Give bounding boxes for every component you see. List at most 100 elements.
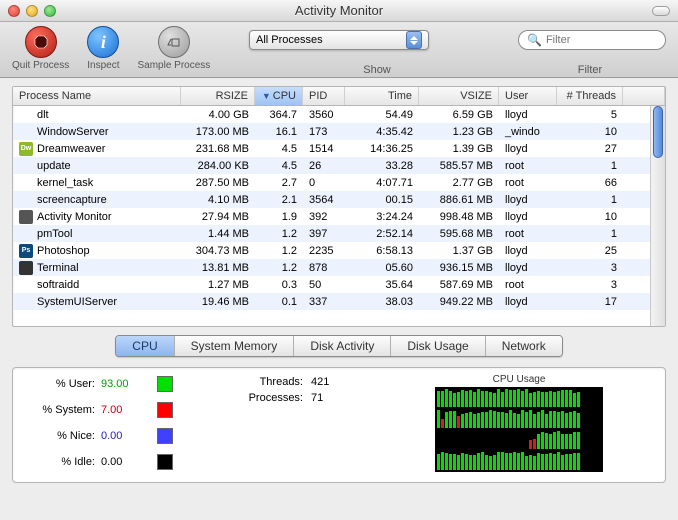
cpu-core-bar xyxy=(436,451,602,471)
process-time: 14:36.25 xyxy=(345,143,419,155)
pct-idle-value: 0.00 xyxy=(101,456,151,468)
process-cpu: 4.5 xyxy=(255,160,303,172)
scrollbar[interactable] xyxy=(650,106,665,326)
titlebar[interactable]: Activity Monitor xyxy=(0,0,678,22)
sort-desc-icon: ▼ xyxy=(262,91,271,101)
pct-idle-label: % Idle: xyxy=(23,456,101,468)
process-rsize: 304.73 MB xyxy=(181,245,255,257)
process-cpu: 1.2 xyxy=(255,228,303,240)
process-threads: 3 xyxy=(557,262,623,274)
process-name: Photoshop xyxy=(37,245,90,257)
process-pid: 878 xyxy=(303,262,345,274)
process-pid: 392 xyxy=(303,211,345,223)
table-row[interactable]: SystemUIServer19.46 MB0.133738.03949.22 … xyxy=(13,293,665,310)
cpu-usage-graph xyxy=(435,387,603,472)
process-rsize: 19.46 MB xyxy=(181,296,255,308)
table-row[interactable]: dlt4.00 GB364.7356054.496.59 GBlloyd5 xyxy=(13,106,665,123)
table-row[interactable]: update284.00 KB4.52633.28585.57 MBroot1 xyxy=(13,157,665,174)
process-pid: 173 xyxy=(303,126,345,138)
process-time: 54.49 xyxy=(345,109,419,121)
process-user: lloyd xyxy=(499,109,557,121)
table-row[interactable]: screencapture4.10 MB2.1356400.15886.61 M… xyxy=(13,191,665,208)
table-body[interactable]: dlt4.00 GB364.7356054.496.59 GBlloyd5Win… xyxy=(13,106,665,326)
process-cpu: 1.2 xyxy=(255,245,303,257)
process-vsize: 1.37 GB xyxy=(419,245,499,257)
process-rsize: 4.00 GB xyxy=(181,109,255,121)
stop-icon xyxy=(25,26,57,58)
table-row[interactable]: pmTool1.44 MB1.23972:52.14595.68 MBroot1 xyxy=(13,225,665,242)
pct-system-swatch xyxy=(157,402,173,418)
process-vsize: 587.69 MB xyxy=(419,279,499,291)
process-time: 00.15 xyxy=(345,194,419,206)
processes-label: Processes: xyxy=(233,392,303,404)
cpu-core-bar xyxy=(436,388,602,408)
col-vsize[interactable]: VSIZE xyxy=(419,87,499,105)
tab-disk-usage[interactable]: Disk Usage xyxy=(391,336,485,356)
process-cpu: 1.2 xyxy=(255,262,303,274)
cpu-core-bar xyxy=(436,409,602,429)
process-pid: 3564 xyxy=(303,194,345,206)
pct-idle-swatch xyxy=(157,454,173,470)
process-user: root xyxy=(499,279,557,291)
process-name: SystemUIServer xyxy=(37,296,117,308)
process-name: kernel_task xyxy=(37,177,93,189)
table-row[interactable]: DwDreamweaver231.68 MB4.5151414:36.251.3… xyxy=(13,140,665,157)
process-user: lloyd xyxy=(499,245,557,257)
sample-icon xyxy=(158,26,190,58)
process-cpu: 0.1 xyxy=(255,296,303,308)
col-rsize[interactable]: RSIZE xyxy=(181,87,255,105)
process-pid: 2235 xyxy=(303,245,345,257)
col-user[interactable]: User xyxy=(499,87,557,105)
process-user: _windo xyxy=(499,126,557,138)
toolbar-toggle-icon[interactable] xyxy=(652,6,670,16)
table-row[interactable]: WindowServer173.00 MB16.11734:35.421.23 … xyxy=(13,123,665,140)
col-threads[interactable]: # Threads xyxy=(557,87,623,105)
process-user: root xyxy=(499,177,557,189)
filter-input[interactable] xyxy=(546,34,669,46)
process-vsize: 1.39 GB xyxy=(419,143,499,155)
process-name: softraidd xyxy=(37,279,79,291)
tab-cpu[interactable]: CPU xyxy=(116,336,174,356)
search-icon: 🔍 xyxy=(527,33,542,47)
pct-system-value: 7.00 xyxy=(101,404,151,416)
process-vsize: 949.22 MB xyxy=(419,296,499,308)
process-cpu: 364.7 xyxy=(255,109,303,121)
table-row[interactable]: softraidd1.27 MB0.35035.64587.69 MBroot3 xyxy=(13,276,665,293)
info-icon: i xyxy=(87,26,119,58)
tab-network[interactable]: Network xyxy=(486,336,562,356)
table-row[interactable]: kernel_task287.50 MB2.704:07.712.77 GBro… xyxy=(13,174,665,191)
process-name: Terminal xyxy=(37,262,79,274)
process-time: 6:58.13 xyxy=(345,245,419,257)
process-vsize: 2.77 GB xyxy=(419,177,499,189)
process-user: lloyd xyxy=(499,211,557,223)
process-rsize: 4.10 MB xyxy=(181,194,255,206)
col-process-name[interactable]: Process Name xyxy=(13,87,181,105)
process-rsize: 1.44 MB xyxy=(181,228,255,240)
process-rsize: 13.81 MB xyxy=(181,262,255,274)
app-icon: Ps xyxy=(19,244,33,258)
scroll-thumb[interactable] xyxy=(653,106,663,158)
col-cpu[interactable]: ▼CPU xyxy=(255,87,303,105)
tab-disk-activity[interactable]: Disk Activity xyxy=(294,336,391,356)
process-threads: 10 xyxy=(557,126,623,138)
process-filter-value: All Processes xyxy=(256,34,323,46)
process-threads: 1 xyxy=(557,194,623,206)
processes-value: 71 xyxy=(311,392,323,404)
process-threads: 5 xyxy=(557,109,623,121)
table-header: Process Name RSIZE ▼CPU PID Time VSIZE U… xyxy=(13,87,665,106)
pct-user-value: 93.00 xyxy=(101,378,151,390)
process-vsize: 886.61 MB xyxy=(419,194,499,206)
table-row[interactable]: Ps Photoshop 304.73 MB1.222356:58.131.37 G… xyxy=(13,242,665,259)
table-row[interactable]: Terminal13.81 MB1.287805.60936.15 MBlloy… xyxy=(13,259,665,276)
process-filter-select[interactable]: All Processes xyxy=(249,30,429,50)
col-pid[interactable]: PID xyxy=(303,87,345,105)
filter-search-field[interactable]: 🔍 xyxy=(518,30,666,50)
table-row[interactable]: Activity Monitor27.94 MB1.93923:24.24998… xyxy=(13,208,665,225)
tab-system-memory[interactable]: System Memory xyxy=(175,336,295,356)
process-threads: 10 xyxy=(557,211,623,223)
process-threads: 1 xyxy=(557,160,623,172)
process-rsize: 173.00 MB xyxy=(181,126,255,138)
process-pid: 397 xyxy=(303,228,345,240)
toolbar: Quit Process i Inspect Sample Process Al… xyxy=(0,22,678,78)
col-time[interactable]: Time xyxy=(345,87,419,105)
